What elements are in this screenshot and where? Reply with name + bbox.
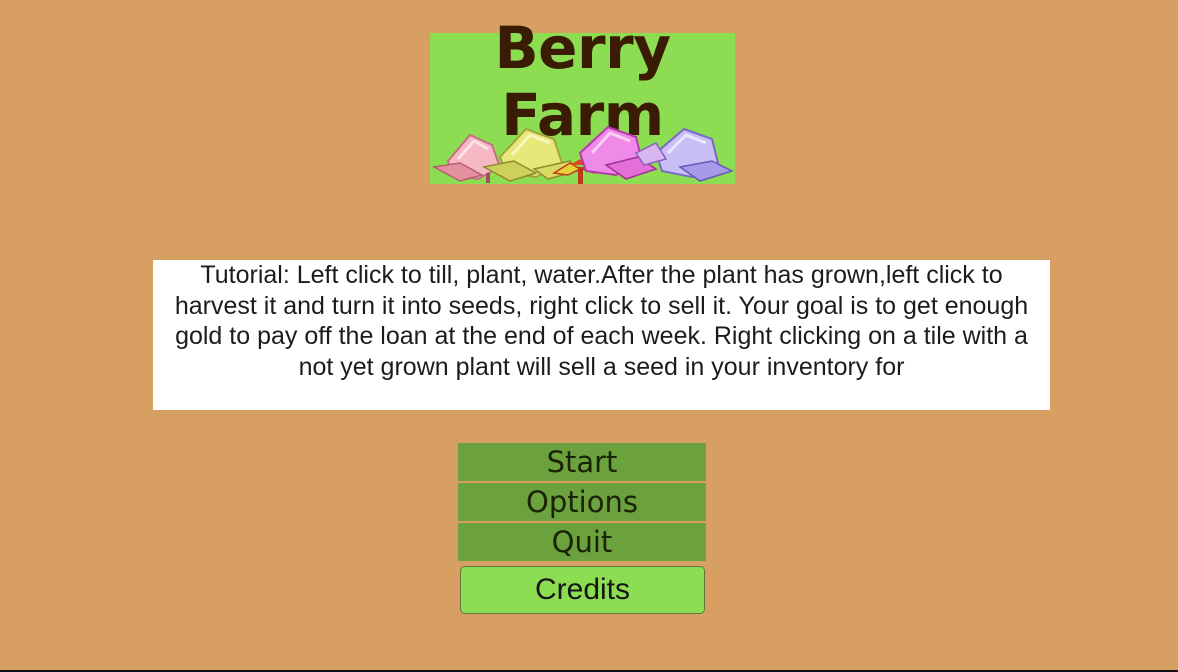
title-panel: Berry Farm (430, 19, 735, 184)
purple-berry-icon (634, 127, 734, 182)
berries-illustration (431, 125, 734, 184)
credits-button[interactable]: Credits (460, 566, 705, 614)
pink-berry-icon (431, 133, 502, 183)
start-button[interactable]: Start (458, 443, 706, 481)
tutorial-box[interactable]: Tutorial: Left click to till, plant, wat… (153, 260, 1050, 410)
options-button[interactable]: Options (458, 483, 706, 521)
tutorial-text: Tutorial: Left click to till, plant, wat… (174, 261, 1029, 381)
title-line-1: Berry (494, 14, 671, 82)
quit-button[interactable]: Quit (458, 523, 706, 561)
